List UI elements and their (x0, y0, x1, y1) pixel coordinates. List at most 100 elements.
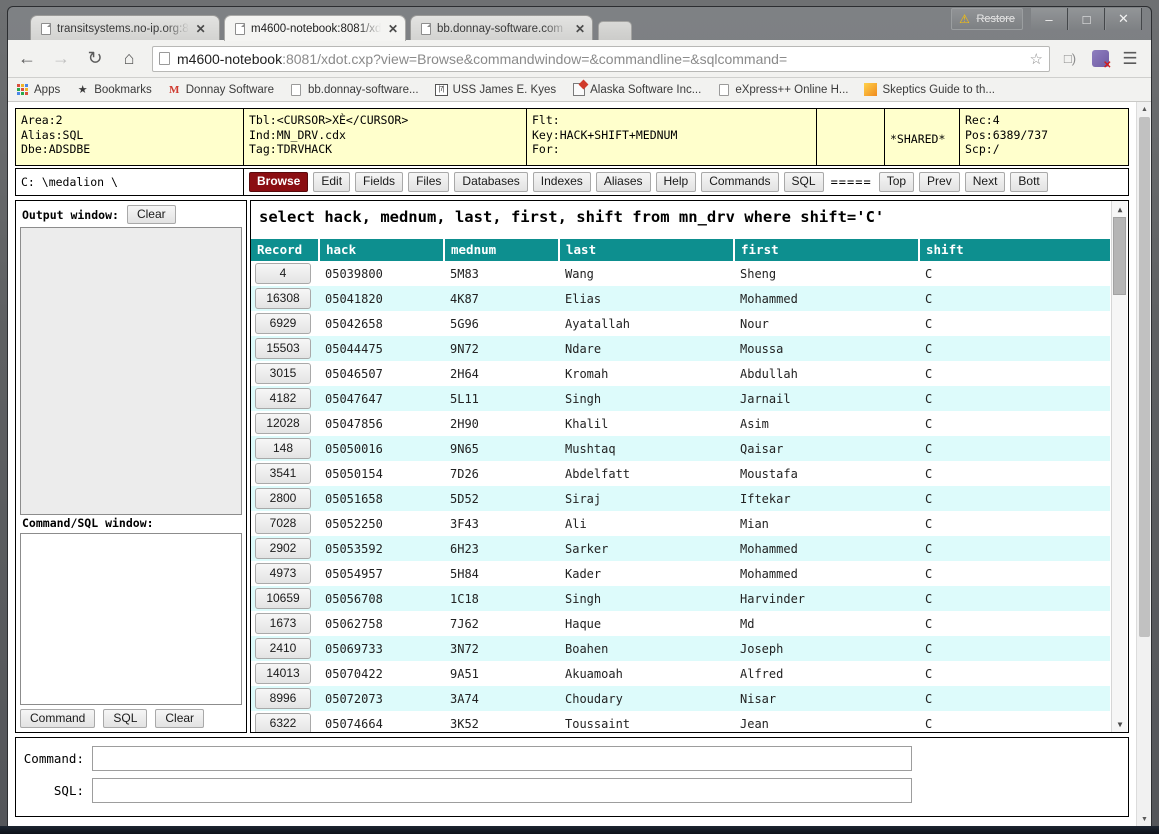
bookmark-uss-james-kyes[interactable]: |7| USS James E. Kyes (427, 80, 565, 100)
record-button[interactable]: 8996 (255, 688, 311, 709)
page-scroll-thumb[interactable] (1139, 117, 1150, 637)
cell-first: Jean (734, 711, 919, 732)
page-icon (717, 83, 730, 96)
top-button[interactable]: Top (879, 172, 914, 192)
new-tab-button[interactable] (598, 21, 632, 41)
extension-icon[interactable] (1086, 45, 1114, 73)
prev-button[interactable]: Prev (919, 172, 960, 192)
bookmark-star-icon[interactable]: ☆ (1022, 50, 1043, 68)
record-button[interactable]: 15503 (255, 338, 311, 359)
record-button[interactable]: 148 (255, 438, 311, 459)
cell-shift: C (919, 436, 1110, 461)
aliases-button[interactable]: Aliases (596, 172, 651, 192)
table-row: 12028050478562H90KhalilAsimC (251, 411, 1110, 436)
output-window-header: Output window: Clear (20, 204, 242, 227)
cell-shift: C (919, 461, 1110, 486)
cell-first: Alfred (734, 661, 919, 686)
bott-button[interactable]: Bott (1010, 172, 1047, 192)
commands-button[interactable]: Commands (701, 172, 778, 192)
record-button[interactable]: 7028 (255, 513, 311, 534)
fields-button[interactable]: Fields (355, 172, 403, 192)
record-button[interactable]: 6929 (255, 313, 311, 334)
record-cell: 3015 (251, 361, 319, 386)
cell-first: Iftekar (734, 486, 919, 511)
record-button[interactable]: 4973 (255, 563, 311, 584)
restore-indicator[interactable]: ⚠ Restore (951, 8, 1023, 30)
record-button[interactable]: 4182 (255, 388, 311, 409)
record-cell: 12028 (251, 411, 319, 436)
sql-input[interactable] (92, 778, 912, 803)
command-clear-button[interactable]: Clear (155, 709, 204, 728)
next-button[interactable]: Next (965, 172, 1006, 192)
bookmark-skeptics-guide[interactable]: Skeptics Guide to th... (856, 80, 1003, 100)
record-button[interactable]: 6322 (255, 713, 311, 732)
record-button[interactable]: 3541 (255, 463, 311, 484)
command-window-textarea[interactable] (20, 533, 242, 705)
scroll-down-icon[interactable]: ▼ (1112, 716, 1128, 732)
bookmark-express-online-help[interactable]: eXpress++ Online H... (709, 80, 856, 100)
page-scrollbar[interactable]: ▲ ▼ (1136, 102, 1151, 827)
minimize-button[interactable]: – (1031, 8, 1068, 30)
command-input[interactable] (92, 746, 912, 771)
cell-hack: 05070422 (319, 661, 444, 686)
record-button[interactable]: 10659 (255, 588, 311, 609)
browser-tab-2[interactable]: m4600-notebook:8081/xd ✕ (224, 15, 406, 41)
record-button[interactable]: 2902 (255, 538, 311, 559)
output-clear-button[interactable]: Clear (127, 205, 176, 224)
record-button[interactable]: 12028 (255, 413, 311, 434)
bookmark-bookmarks[interactable]: ★ Bookmarks (68, 80, 160, 100)
status-table-box: Tbl:<CURSOR>XÈ</CURSOR> Ind:MN_DRV.cdx T… (244, 109, 527, 165)
help-button[interactable]: Help (656, 172, 697, 192)
grid-scrollbar[interactable]: ▲ ▼ (1111, 201, 1127, 732)
maximize-button[interactable]: □ (1068, 8, 1105, 30)
browser-tab-3[interactable]: bb.donnay-software.com · ✕ (410, 15, 593, 41)
record-button[interactable]: 1673 (255, 613, 311, 634)
bookmark-donnay-software[interactable]: M Donnay Software (160, 80, 282, 100)
close-icon[interactable]: ✕ (574, 22, 586, 36)
address-bar[interactable]: m4600-notebook :8081/xdot.cxp?view=Brows… (152, 46, 1050, 72)
sql-button[interactable]: SQL (784, 172, 824, 192)
cell-last: Khalil (559, 411, 734, 436)
scroll-up-icon[interactable]: ▲ (1112, 201, 1128, 217)
bookmark-apps[interactable]: Apps (8, 80, 68, 100)
edit-button[interactable]: Edit (313, 172, 350, 192)
back-icon[interactable]: ← (12, 44, 42, 74)
table-row: 3015050465072H64KromahAbdullahC (251, 361, 1110, 386)
home-icon[interactable]: ⌂ (114, 44, 144, 74)
browse-button[interactable]: Browse (249, 172, 308, 192)
browser-tab-1[interactable]: transitsystems.no-ip.org:8 ✕ (30, 15, 220, 41)
close-icon[interactable]: ✕ (195, 22, 207, 36)
record-button[interactable]: 2800 (255, 488, 311, 509)
reload-icon[interactable]: ↻ (80, 44, 110, 74)
bookmark-alaska-software[interactable]: Alaska Software Inc... (564, 80, 709, 100)
forward-icon[interactable]: → (46, 44, 76, 74)
grid-column-header-mednum: mednum (444, 239, 559, 261)
close-icon[interactable]: ✕ (387, 22, 399, 36)
sql-submit-button[interactable]: SQL (103, 709, 147, 728)
indexes-button[interactable]: Indexes (533, 172, 591, 192)
record-button[interactable]: 4 (255, 263, 311, 284)
cast-icon[interactable]: □) (1056, 45, 1084, 73)
table-row: 148050500169N65MushtaqQaisarC (251, 436, 1110, 461)
grid-column-header-shift: shift (919, 239, 1110, 261)
command-submit-button[interactable]: Command (20, 709, 95, 728)
scroll-thumb[interactable] (1113, 217, 1126, 295)
record-cell: 15503 (251, 336, 319, 361)
record-button[interactable]: 16308 (255, 288, 311, 309)
page-viewport: Area:2 Alias:SQL Dbe:ADSDBE Tbl:<CURSOR>… (8, 102, 1151, 827)
page-scroll-up-icon[interactable]: ▲ (1137, 102, 1151, 117)
databases-button[interactable]: Databases (454, 172, 527, 192)
status-record-box: Rec:4 Pos:6389/737 Scp:/ (960, 109, 1128, 165)
page-scroll-down-icon[interactable]: ▼ (1137, 812, 1151, 827)
output-window-textarea[interactable] (20, 227, 242, 515)
bookmark-bb-donnay[interactable]: bb.donnay-software... (282, 80, 427, 100)
cell-hack: 05069733 (319, 636, 444, 661)
record-button[interactable]: 3015 (255, 363, 311, 384)
close-button[interactable]: ✕ (1105, 8, 1142, 30)
record-button[interactable]: 14013 (255, 663, 311, 684)
bookmark-label: Skeptics Guide to th... (882, 84, 995, 96)
bookmark-label: Apps (34, 84, 60, 96)
record-button[interactable]: 2410 (255, 638, 311, 659)
files-button[interactable]: Files (408, 172, 449, 192)
menu-icon[interactable]: ☰ (1116, 45, 1144, 73)
